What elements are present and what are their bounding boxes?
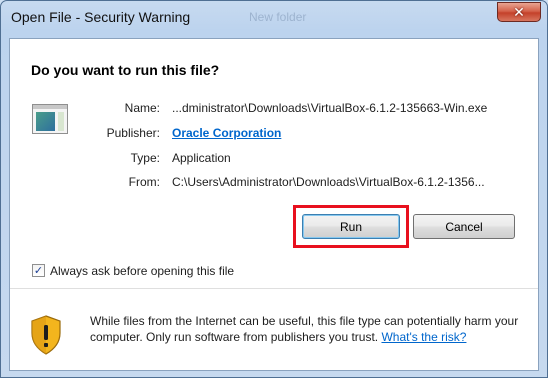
warning-message: While files from the Internet can be use… xyxy=(90,313,520,345)
dialog-question: Do you want to run this file? xyxy=(31,62,220,78)
cancel-button[interactable]: Cancel xyxy=(413,214,515,239)
close-button[interactable]: ✕ xyxy=(497,2,541,22)
always-ask-label[interactable]: Always ask before opening this file xyxy=(50,264,234,278)
from-label: From: xyxy=(128,175,160,189)
application-window-icon xyxy=(32,104,68,134)
checkmark-icon: ✓ xyxy=(33,265,44,277)
always-ask-checkbox[interactable]: ✓ xyxy=(32,264,45,277)
background-window-title: New folder xyxy=(249,10,307,24)
security-warning-window: Open File - Security Warning New folder … xyxy=(0,0,548,378)
title-bar[interactable]: Open File - Security Warning New folder … xyxy=(1,1,547,37)
from-value: C:\Users\Administrator\Downloads\Virtual… xyxy=(172,175,485,189)
publisher-link[interactable]: Oracle Corporation xyxy=(172,126,281,140)
dialog-body: Do you want to run this file? Name: ...d… xyxy=(9,38,539,371)
type-value: Application xyxy=(172,151,231,165)
divider xyxy=(10,288,538,289)
publisher-label: Publisher: xyxy=(106,126,160,140)
whats-the-risk-link[interactable]: What's the risk? xyxy=(381,330,466,344)
security-shield-icon xyxy=(31,315,61,355)
name-value: ...dministrator\Downloads\VirtualBox-6.1… xyxy=(172,101,488,115)
close-icon: ✕ xyxy=(513,4,525,20)
window-title: Open File - Security Warning xyxy=(11,9,191,25)
run-button[interactable]: Run xyxy=(302,214,400,239)
name-label: Name: xyxy=(124,101,160,115)
type-label: Type: xyxy=(130,151,160,165)
